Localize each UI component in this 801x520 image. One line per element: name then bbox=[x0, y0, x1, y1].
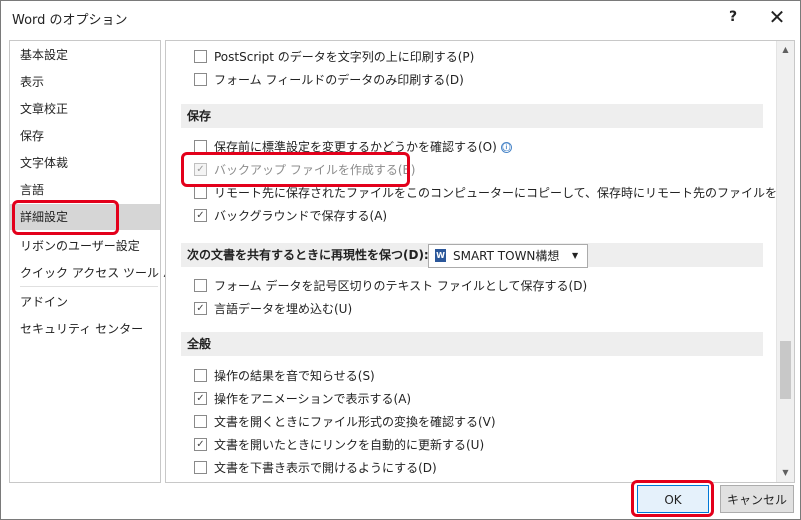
option-row[interactable]: 文書を下書き表示で開けるようにする(D) bbox=[194, 458, 437, 478]
scrollbar-thumb[interactable] bbox=[780, 341, 791, 399]
checkbox[interactable] bbox=[194, 140, 207, 153]
sidebar-item-trust-center[interactable]: セキュリティ センター bbox=[10, 316, 160, 342]
option-row[interactable]: 文書を開いたときにリンクを自動的に更新する(U) bbox=[194, 435, 484, 455]
word-document-icon: W bbox=[435, 249, 446, 262]
sidebar-item-quick-access[interactable]: クイック アクセス ツール バー bbox=[10, 260, 187, 286]
option-label: 言語データを埋め込む(U) bbox=[214, 302, 353, 316]
sidebar-item-advanced[interactable]: 詳細設定 bbox=[10, 204, 160, 230]
option-label: 文書を開いたときにリンクを自動的に更新する(U) bbox=[214, 438, 485, 452]
sidebar-item-language[interactable]: 言語 bbox=[10, 177, 160, 203]
checkbox-checked[interactable] bbox=[194, 163, 207, 176]
info-icon: ⓘ bbox=[500, 142, 512, 153]
option-label: フォーム フィールドのデータのみ印刷する(D) bbox=[214, 73, 464, 87]
option-row[interactable]: 保存前に標準設定を変更するかどうかを確認する(O) ⓘ bbox=[194, 137, 512, 157]
option-row[interactable]: リモート先に保存されたファイルをこのコンピューターにコピーして、保存時にリモート… bbox=[194, 183, 795, 203]
option-label: 操作の結果を音で知らせる(S) bbox=[214, 369, 375, 383]
sidebar-item-typography[interactable]: 文字体裁 bbox=[10, 150, 160, 176]
checkbox[interactable] bbox=[194, 279, 207, 292]
sidebar-item-save[interactable]: 保存 bbox=[10, 123, 160, 149]
checkbox[interactable] bbox=[194, 461, 207, 474]
option-label: リモート先に保存されたファイルをこのコンピューターにコピーして、保存時にリモート… bbox=[214, 186, 795, 200]
sidebar-item-display[interactable]: 表示 bbox=[10, 69, 160, 95]
sidebar-divider bbox=[20, 286, 158, 287]
chevron-down-icon: ▼ bbox=[572, 251, 579, 260]
checkbox-checked[interactable] bbox=[194, 438, 207, 451]
sidebar-item-addins[interactable]: アドイン bbox=[10, 289, 160, 315]
option-label: PostScript のデータを文字列の上に印刷する(P) bbox=[214, 50, 475, 64]
option-row[interactable]: フォーム フィールドのデータのみ印刷する(D) bbox=[194, 70, 464, 90]
options-content-pane: PostScript のデータを文字列の上に印刷する(P) フォーム フィールド… bbox=[165, 40, 795, 483]
option-label: フォーム データを記号区切りのテキスト ファイルとして保存する(D) bbox=[214, 279, 588, 293]
title-bar: Word のオプション ? ✕ bbox=[1, 1, 800, 35]
option-label: 操作をアニメーションで表示する(A) bbox=[214, 392, 412, 406]
close-button[interactable]: ✕ bbox=[759, 3, 795, 31]
document-select-value: SMART TOWN構想 bbox=[453, 249, 560, 263]
option-label: 保存前に標準設定を変更するかどうかを確認する(O) bbox=[214, 140, 497, 154]
sidebar-item-basic[interactable]: 基本設定 bbox=[10, 42, 160, 68]
option-label: 文書を下書き表示で開けるようにする(D) bbox=[214, 461, 437, 475]
section-header-save: 保存 bbox=[181, 104, 763, 128]
option-row[interactable]: 文書を開くときにファイル形式の変換を確認する(V) bbox=[194, 412, 496, 432]
checkbox[interactable] bbox=[194, 50, 207, 63]
option-row[interactable]: 操作をアニメーションで表示する(A) bbox=[194, 389, 411, 409]
checkbox-checked[interactable] bbox=[194, 209, 207, 222]
cancel-button[interactable]: キャンセル bbox=[720, 485, 794, 513]
scroll-down-icon[interactable]: ▼ bbox=[777, 464, 794, 481]
category-sidebar: 基本設定 表示 文章校正 保存 文字体裁 言語 詳細設定 リボンのユーザー設定 … bbox=[9, 40, 187, 483]
option-row[interactable]: フォーム データを記号区切りのテキスト ファイルとして保存する(D) bbox=[194, 276, 587, 296]
checkbox[interactable] bbox=[194, 73, 207, 86]
section-header-general: 全般 bbox=[181, 332, 763, 356]
checkbox-checked[interactable] bbox=[194, 392, 207, 405]
option-row[interactable]: PostScript のデータを文字列の上に印刷する(P) bbox=[194, 47, 474, 67]
option-label: バックアップ ファイルを作成する(B) bbox=[214, 163, 416, 177]
checkbox[interactable] bbox=[194, 415, 207, 428]
option-row[interactable]: 操作の結果を音で知らせる(S) bbox=[194, 366, 375, 386]
option-row[interactable]: 言語データを埋め込む(U) bbox=[194, 299, 352, 319]
options-dialog: Word のオプション ? ✕ 基本設定 表示 文章校正 保存 文字体裁 言語 … bbox=[0, 0, 801, 520]
checkbox[interactable] bbox=[194, 369, 207, 382]
ok-button[interactable]: OK bbox=[637, 485, 709, 513]
option-label: バックグラウンドで保存する(A) bbox=[214, 209, 388, 223]
sidebar-item-ribbon[interactable]: リボンのユーザー設定 bbox=[10, 233, 160, 259]
option-row[interactable]: バックグラウンドで保存する(A) bbox=[194, 206, 387, 226]
checkbox-checked[interactable] bbox=[194, 302, 207, 315]
help-button[interactable]: ? bbox=[715, 3, 751, 31]
option-row-backup[interactable]: バックアップ ファイルを作成する(B) bbox=[194, 160, 415, 180]
dialog-title: Word のオプション bbox=[12, 13, 128, 28]
checkbox[interactable] bbox=[194, 186, 207, 199]
vertical-scrollbar[interactable]: ▲ ▼ bbox=[776, 41, 794, 482]
scroll-up-icon[interactable]: ▲ bbox=[777, 41, 794, 58]
document-select[interactable]: W SMART TOWN構想 ▼ bbox=[428, 244, 588, 268]
option-label: 文書を開くときにファイル形式の変換を確認する(V) bbox=[214, 415, 496, 429]
sidebar-item-proofing[interactable]: 文章校正 bbox=[10, 96, 160, 122]
